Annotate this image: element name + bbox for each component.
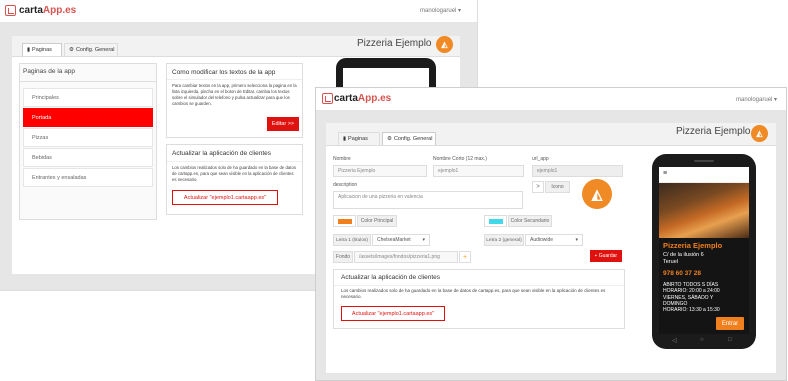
- phone-hours: ABIRTO TODOS S DÍAS HORARIO: 20:00 a 24:…: [663, 282, 720, 314]
- page-item-entrantes[interactable]: Entrantes y ensaladas: [23, 168, 153, 187]
- back-tab-paginas[interactable]: ▮ Paginas: [22, 43, 62, 56]
- phone-speaker: [694, 160, 714, 162]
- phone-simulator: ≡ Pizzeria Ejemplo C/ de la ilusión 6 Te…: [652, 154, 756, 349]
- gear-icon: ⚙: [387, 136, 392, 142]
- front-header: cartaApp.es manologaruel ▾: [316, 88, 786, 111]
- hamburger-icon[interactable]: ≡: [663, 170, 667, 177]
- phone-hero-image: [659, 183, 749, 238]
- phone-screen: ≡ Pizzeria Ejemplo C/ de la ilusión 6 Te…: [659, 167, 749, 334]
- save-icon: ▪: [594, 253, 597, 259]
- icon-upload-label: Icono: [545, 181, 570, 193]
- page-item-principales[interactable]: Principales: [23, 88, 153, 107]
- back-user-menu[interactable]: manologaruel ▾: [420, 7, 461, 14]
- pages-panel: Paginas de la app Principales Portada Pi…: [19, 63, 157, 220]
- help-title: Como modificar los textos de la app: [172, 69, 276, 76]
- color-secundario-swatch-box[interactable]: [484, 215, 507, 227]
- back-pizza-logo: ◭: [436, 36, 453, 53]
- letra2-select[interactable]: Audiowide ▾: [525, 234, 583, 246]
- front-window: cartaApp.es manologaruel ▾ ▮ Paginas ⚙ Con…: [315, 87, 787, 381]
- page-icon: ▮: [343, 136, 347, 142]
- phone-nav-back-icon[interactable]: ◁: [672, 337, 677, 344]
- phone-restaurant-name: Pizzeria Ejemplo: [663, 241, 723, 250]
- front-update-button[interactable]: Actualizar "ejemplo1.cartaapp.es": [341, 306, 445, 321]
- front-brand[interactable]: cartaApp.es: [334, 93, 391, 104]
- color-principal-label: Color Principal: [357, 215, 397, 227]
- phone-nav-recent-icon[interactable]: □: [728, 337, 732, 343]
- front-update-text: Los cambios realizados solo de ha guarda…: [341, 288, 606, 299]
- phone-enter-button[interactable]: Entrar: [716, 317, 744, 330]
- edit-button[interactable]: Editar >>: [267, 117, 299, 131]
- label-url-app: url_app: [532, 156, 549, 162]
- front-tab-paginas[interactable]: ▮ Paginas: [338, 132, 380, 145]
- color-secundario-label: Color Secundario: [508, 215, 552, 227]
- fondo-input[interactable]: /assets/images/fondos/pizzeria1.png: [354, 251, 458, 263]
- phone-nav-home-icon[interactable]: ○: [700, 337, 704, 343]
- front-user-menu[interactable]: manologaruel ▾: [736, 96, 777, 103]
- pages-header: Paginas de la app: [23, 68, 76, 75]
- color-principal-swatch: [337, 218, 352, 224]
- fondo-add-button[interactable]: +: [459, 251, 471, 263]
- back-update-panel: Actualizar la aplicación de clientes Los…: [166, 144, 303, 215]
- front-logo-icon[interactable]: [322, 93, 333, 104]
- back-logo-icon[interactable]: [5, 5, 16, 16]
- front-content: ▮ Paginas ⚙ Config. General Pizzeria Ejemp…: [326, 123, 776, 373]
- phone-number[interactable]: 978 60 37 28: [663, 270, 701, 277]
- front-update-title: Actualizar la aplicación de clientes: [341, 274, 440, 281]
- page-item-pizzas[interactable]: Pizzas: [23, 128, 153, 147]
- color-secundario-swatch: [488, 218, 503, 224]
- pages-header-divider: [20, 81, 156, 82]
- letra1-select[interactable]: ChelseaMarket ▾: [372, 234, 430, 246]
- back-brand[interactable]: cartaApp.es: [19, 5, 76, 16]
- page-icon: ▮: [27, 47, 31, 53]
- front-update-panel: Actualizar la aplicación de clientes Los…: [333, 269, 625, 329]
- front-update-divider: [334, 285, 624, 286]
- icon-upload-arrow[interactable]: >: [532, 181, 544, 193]
- nombre-corto-input[interactable]: ejemplo1: [433, 165, 524, 177]
- color-principal-swatch-box[interactable]: [333, 215, 356, 227]
- back-update-divider: [167, 161, 302, 162]
- icon-preview-logo: ◭: [582, 179, 612, 209]
- label-nombre-corto: Nombre Corto (12 max.): [433, 156, 487, 162]
- phone-app-bar: ≡: [659, 167, 749, 183]
- front-pizza-logo: ◭: [751, 125, 768, 142]
- guardar-button[interactable]: ▪ Guardar: [590, 250, 622, 262]
- page-item-bebidas[interactable]: Bebidas: [23, 148, 153, 167]
- back-update-button[interactable]: Actualizar "ejemplo1.cartaapp.es": [172, 190, 278, 205]
- back-header: cartaApp.es manologaruel ▾: [0, 0, 477, 23]
- help-text: Para cambiar textos en la app, primero s…: [172, 83, 297, 106]
- back-update-title: Actualizar la aplicación de clientes: [172, 150, 271, 157]
- back-page-title: Pizzeria Ejemplo: [357, 38, 432, 49]
- chevron-down-icon: ▾: [575, 237, 578, 243]
- phone-address: C/ de la ilusión 6 Teruel: [663, 252, 704, 265]
- front-page-title: Pizzeria Ejemplo: [676, 126, 751, 137]
- label-nombre: Nombre: [333, 156, 351, 162]
- page-item-portada[interactable]: Portada: [23, 108, 153, 127]
- back-update-text: Los cambios realizados solo de ha guarda…: [172, 165, 296, 182]
- chevron-down-icon: ▾: [422, 237, 425, 243]
- description-textarea[interactable]: Aplicacion de una pizzeria en valencia: [333, 191, 523, 209]
- label-description: description: [333, 182, 358, 188]
- nombre-input[interactable]: Pizzeria Ejemplo: [333, 165, 427, 177]
- url-app-input[interactable]: ejemplo1: [532, 165, 623, 177]
- front-tab-config[interactable]: ⚙ Config. General: [382, 132, 436, 145]
- letra2-label: Letra 2 (general): [484, 234, 524, 246]
- help-divider: [167, 79, 302, 80]
- fondo-label: Fondo: [333, 251, 353, 263]
- gear-icon: ⚙: [69, 47, 74, 53]
- back-tab-config[interactable]: ⚙ Config. General: [64, 43, 118, 56]
- letra1-label: Letra 1 (titulos): [333, 234, 371, 246]
- help-panel: Como modificar los textos de la app Para…: [166, 63, 303, 138]
